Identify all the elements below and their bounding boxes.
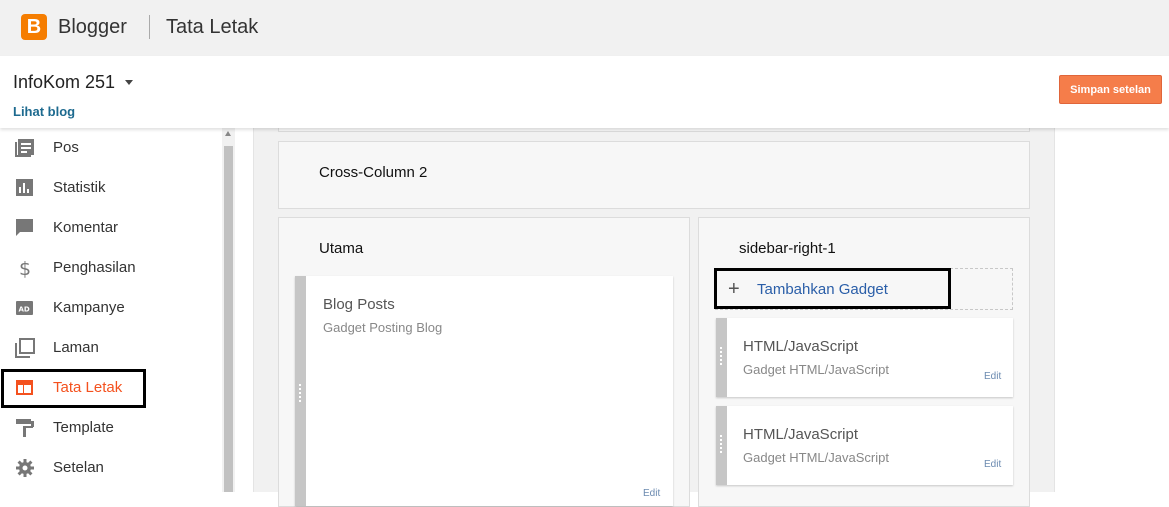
sidebar-item-label: Setelan [53,459,104,476]
sidebar-item-label: Template [53,419,114,436]
drag-dots-icon [299,384,301,404]
stats-icon [16,179,33,196]
highlight-frame [1,369,146,408]
posts-icon [15,139,34,157]
drag-dots-icon [720,435,722,455]
sidebar-item-settings[interactable]: Setelan [0,448,222,488]
sidebar-item-campaigns[interactable]: AD Kampanye [0,288,222,328]
gadget-subtitle: Gadget Posting Blog [323,320,443,335]
blog-selector[interactable]: InfoKom 251 [13,72,115,93]
gadget-html-javascript[interactable]: HTML/JavaScript Gadget HTML/JavaScript E… [716,406,1013,485]
gadget-title: HTML/JavaScript [743,426,859,443]
gear-icon [16,459,34,477]
top-bar: B Blogger Tata Letak [0,0,1169,56]
sidebar-item-posts[interactable]: Pos [0,128,222,168]
gadget-subtitle: Gadget HTML/JavaScript [743,362,889,377]
scroll-up-icon[interactable] [225,131,231,136]
sidebar-item-label: Penghasilan [53,259,136,276]
title-divider [149,15,150,39]
blogger-logo-icon[interactable]: B [21,14,47,40]
gadget-html-javascript[interactable]: HTML/JavaScript Gadget HTML/JavaScript E… [716,318,1013,397]
drag-handle[interactable] [716,406,727,485]
sidebar-item-pages[interactable]: Laman [0,328,222,368]
gadget-title: HTML/JavaScript [743,338,859,355]
sidebar: Pos Statistik Komentar $ Penghasilan AD … [0,128,222,492]
sidebar-item-comments[interactable]: Komentar [0,208,222,248]
gadget-blog-posts[interactable]: Blog Posts Gadget Posting Blog Edit [295,276,673,506]
drag-dots-icon [720,347,722,367]
edit-link[interactable]: Edit [643,488,660,499]
comment-icon [16,219,33,236]
section-title: Utama [319,240,364,257]
sidebar-item-template[interactable]: Template [0,408,222,448]
gadget-subtitle: Gadget HTML/JavaScript [743,450,889,465]
app-name: Blogger [58,16,127,38]
edit-link[interactable]: Edit [984,459,1001,470]
svg-text:$: $ [19,258,31,278]
sidebar-scrollbar[interactable] [222,128,235,492]
svg-text:AD: AD [19,306,30,314]
sidebar-item-stats[interactable]: Statistik [0,168,222,208]
page-title: Tata Letak [166,16,259,38]
view-blog-link[interactable]: Lihat blog [13,104,75,119]
section-title: Cross-Column 2 [319,164,428,181]
scrollbar-thumb[interactable] [224,146,233,492]
edit-link[interactable]: Edit [984,371,1001,382]
highlight-frame [714,268,951,309]
sidebar-item-label: Statistik [53,179,106,196]
ads-icon: AD [16,301,33,315]
blog-header: InfoKom 251 Lihat blog Simpan setelan [0,56,1169,128]
save-settings-button[interactable]: Simpan setelan [1059,75,1162,104]
dollar-icon: $ [19,258,31,278]
drag-handle[interactable] [716,318,727,397]
sidebar-item-label: Kampanye [53,299,125,316]
gadget-title: Blog Posts [323,296,395,313]
pages-icon [15,338,35,358]
sidebar-item-label: Laman [53,339,99,356]
chevron-down-icon[interactable] [125,80,133,85]
paint-roller-icon [16,419,34,437]
section-title: sidebar-right-1 [739,240,836,257]
layout-section-cross-column: Cross-Column 2 [278,141,1030,209]
sidebar-item-earnings[interactable]: $ Penghasilan [0,248,222,288]
sidebar-item-label: Komentar [53,219,119,236]
sidebar-item-label: Pos [53,139,79,156]
drag-handle[interactable] [295,276,306,506]
